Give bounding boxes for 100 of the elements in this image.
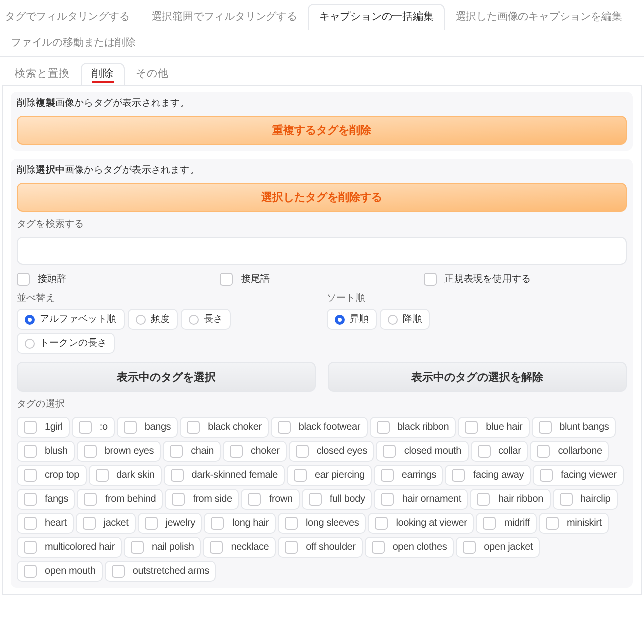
tag-option[interactable]: blunt bangs <box>532 417 616 438</box>
checkbox[interactable] <box>170 445 184 458</box>
tag-option[interactable]: black footwear <box>270 417 368 438</box>
checkbox[interactable] <box>560 493 572 506</box>
radio-option[interactable]: 長さ <box>181 309 232 330</box>
checkbox[interactable] <box>285 541 298 554</box>
tab[interactable]: タグでフィルタリングする <box>0 4 141 30</box>
tag-option[interactable]: nail polish <box>124 537 202 558</box>
checkbox[interactable] <box>381 493 394 506</box>
tag-option[interactable]: miniskirt <box>538 513 609 534</box>
tag-option[interactable]: long sleeves <box>278 513 366 534</box>
checkbox[interactable] <box>383 445 396 458</box>
tag-option[interactable]: midriff <box>476 513 537 534</box>
tag-option[interactable]: :o <box>72 417 115 438</box>
tag-option[interactable]: open jacket <box>456 537 540 558</box>
tag-option[interactable]: closed mouth <box>376 441 468 462</box>
tag-option[interactable]: choker <box>222 441 287 462</box>
tab[interactable]: 削除 <box>81 63 125 85</box>
tag-option[interactable]: dark-skinned female <box>164 465 286 486</box>
radio-option[interactable]: 降順 <box>380 309 430 330</box>
checkbox[interactable] <box>17 273 30 286</box>
tag-option[interactable]: from behind <box>77 489 164 510</box>
tag-option[interactable]: hairclip <box>552 489 618 510</box>
tag-option[interactable]: outstretched arms <box>104 561 216 582</box>
tag-option[interactable]: hair ribbon <box>470 489 550 510</box>
tag-option[interactable]: black choker <box>180 417 269 438</box>
checkbox[interactable] <box>230 445 243 458</box>
checkbox[interactable] <box>375 517 388 530</box>
checkbox[interactable] <box>84 445 97 458</box>
checkbox[interactable] <box>124 421 137 434</box>
tag-option[interactable]: brown eyes <box>76 441 162 462</box>
tag-option[interactable]: jacket <box>76 513 136 534</box>
checkbox[interactable] <box>296 445 309 458</box>
tag-option[interactable]: looking at viewer <box>368 513 474 534</box>
tag-option[interactable]: from side <box>165 489 240 510</box>
tag-option[interactable]: facing viewer <box>533 465 624 486</box>
checkbox[interactable] <box>537 445 550 458</box>
checkbox[interactable] <box>96 469 109 482</box>
checkbox[interactable] <box>248 493 262 506</box>
tag-option[interactable]: crop top <box>17 465 87 486</box>
checkbox[interactable] <box>24 517 37 530</box>
checkbox[interactable] <box>478 445 490 458</box>
tab[interactable]: ファイルの移動または削除 <box>0 30 147 56</box>
checkbox[interactable] <box>220 273 234 286</box>
tag-option[interactable]: hair ornament <box>374 489 468 510</box>
checkbox[interactable] <box>172 493 186 506</box>
checkbox[interactable] <box>294 469 308 482</box>
tag-option[interactable]: ear piercing <box>287 465 372 486</box>
checkbox[interactable] <box>211 517 224 530</box>
tag-option[interactable]: necklace <box>203 537 276 558</box>
checkbox[interactable] <box>483 517 496 530</box>
tag-option[interactable]: 1girl <box>17 417 70 438</box>
checkbox[interactable] <box>82 517 96 530</box>
tag-option[interactable]: off shoulder <box>278 537 363 558</box>
checkbox[interactable] <box>112 565 125 578</box>
tag-option[interactable]: black ribbon <box>370 417 456 438</box>
checkbox[interactable] <box>463 541 476 554</box>
checkbox[interactable] <box>376 421 390 434</box>
checkbox[interactable] <box>130 541 144 554</box>
checkbox[interactable] <box>285 517 298 530</box>
checkbox[interactable] <box>372 541 385 554</box>
checkbox[interactable] <box>24 445 37 458</box>
tag-option[interactable]: bangs <box>116 417 178 438</box>
tag-option[interactable]: jewelry <box>138 513 202 534</box>
checkbox[interactable] <box>546 517 559 530</box>
tag-option[interactable]: open clothes <box>364 537 454 558</box>
tag-option[interactable]: facing away <box>445 465 532 486</box>
select-button[interactable]: 表示中のタグを選択 <box>17 362 316 392</box>
tag-option[interactable]: long hair <box>204 513 276 534</box>
tag-option[interactable]: blue hair <box>458 417 530 438</box>
tag-option[interactable]: multicolored hair <box>17 537 122 558</box>
checkbox[interactable] <box>84 493 98 506</box>
checkbox[interactable] <box>540 469 554 482</box>
checkbox[interactable] <box>24 493 37 506</box>
tab[interactable]: 選択した画像のキャプションを編集 <box>444 4 634 30</box>
checkbox[interactable] <box>538 421 552 434</box>
checkbox[interactable] <box>380 469 394 482</box>
checkbox[interactable] <box>170 469 184 482</box>
checkbox[interactable] <box>187 421 200 434</box>
tag-option[interactable]: frown <box>241 489 300 510</box>
select-button[interactable]: 表示中のタグの選択を解除 <box>328 362 627 392</box>
radio-option[interactable]: 頻度 <box>128 309 178 330</box>
checkbox[interactable] <box>424 273 437 286</box>
tag-option[interactable]: heart <box>17 513 74 534</box>
radio-option[interactable]: トークンの長さ <box>17 333 116 354</box>
tab[interactable]: 選択範囲でフィルタリングする <box>140 4 308 30</box>
tag-option[interactable]: full body <box>302 489 372 510</box>
tag-option[interactable]: closed eyes <box>288 441 374 462</box>
radio-option[interactable]: アルファベット順 <box>17 309 125 330</box>
checkbox[interactable] <box>24 565 37 578</box>
tag-option[interactable]: open mouth <box>17 561 103 582</box>
checkbox[interactable] <box>308 493 322 506</box>
checkbox[interactable] <box>477 493 490 506</box>
radio-option[interactable]: 昇順 <box>327 309 378 330</box>
tag-option[interactable]: fangs <box>17 489 76 510</box>
checkbox[interactable] <box>144 517 158 530</box>
checkbox[interactable] <box>452 469 466 482</box>
checkbox[interactable] <box>24 469 37 482</box>
checkbox[interactable] <box>24 421 37 434</box>
checkbox[interactable] <box>78 421 92 434</box>
